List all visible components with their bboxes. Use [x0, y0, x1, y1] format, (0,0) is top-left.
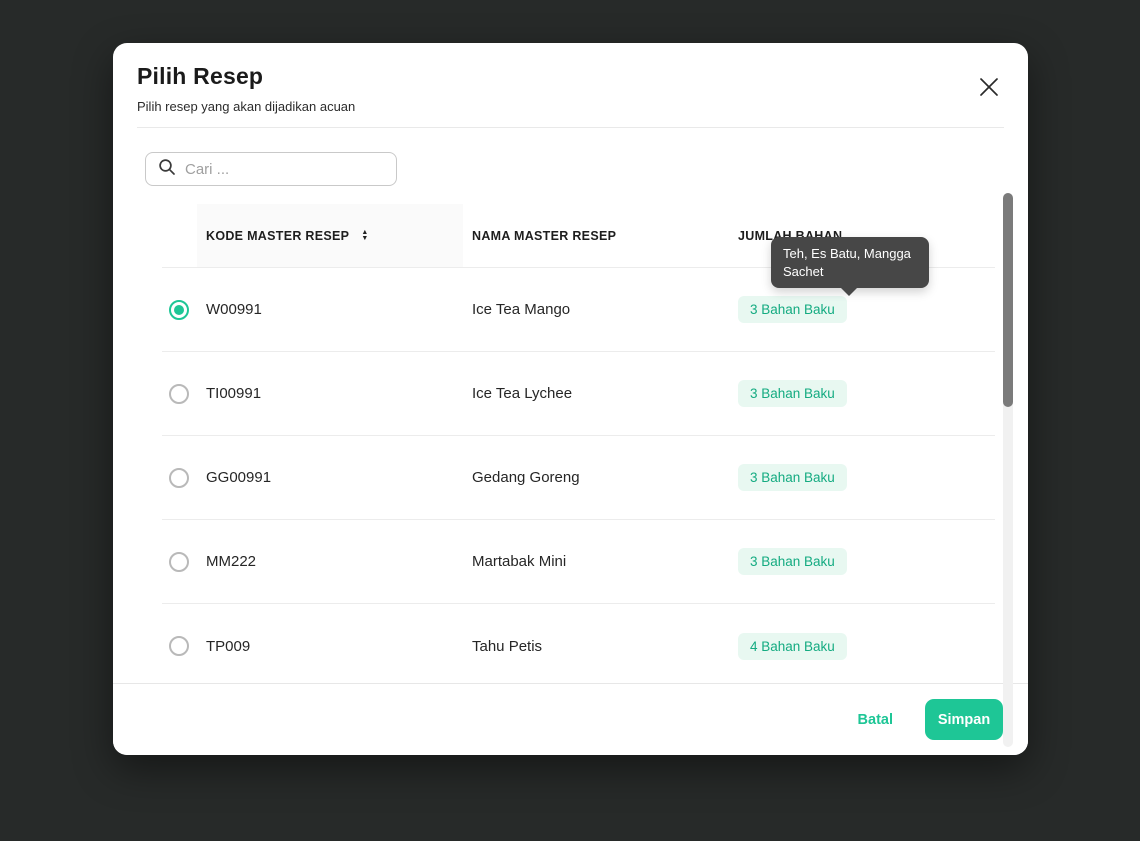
- ingredient-count-badge[interactable]: 3 Bahan Baku: [738, 380, 847, 407]
- ingredients-tooltip: Teh, Es Batu, Mangga Sachet: [771, 237, 929, 296]
- close-button[interactable]: [976, 75, 1002, 101]
- header-divider: [137, 127, 1004, 128]
- column-header-nama: NAMA MASTER RESEP: [472, 228, 617, 243]
- search-input[interactable]: [185, 160, 384, 178]
- cancel-button[interactable]: Batal: [848, 704, 903, 736]
- radio-button[interactable]: [169, 299, 189, 320]
- close-icon: [978, 76, 1000, 101]
- table-row[interactable]: GG00991 Gedang Goreng 3 Bahan Baku: [162, 436, 995, 520]
- modal-subtitle: Pilih resep yang akan dijadikan acuan: [137, 99, 356, 114]
- recipe-code: TP009: [206, 637, 251, 655]
- search-box: [145, 152, 397, 186]
- radio-dot: [174, 389, 184, 399]
- badge-cell: 3 Bahan Baku: [738, 464, 995, 491]
- radio-button[interactable]: [169, 383, 189, 404]
- ingredient-count-badge[interactable]: 3 Bahan Baku: [738, 464, 847, 491]
- page-title: Pilih Resep: [137, 63, 264, 89]
- radio-cell: [162, 636, 206, 656]
- scrollbar-thumb[interactable]: [1003, 193, 1013, 407]
- table-row[interactable]: TI00991 Ice Tea Lychee 3 Bahan Baku: [162, 352, 995, 436]
- radio-button[interactable]: [169, 636, 189, 656]
- table-row[interactable]: TP009 Tahu Petis 4 Bahan Baku: [162, 604, 995, 688]
- badge-cell: 3 Bahan Baku: [738, 296, 995, 323]
- radio-cell: [162, 467, 206, 488]
- recipe-name: Ice Tea Mango: [472, 301, 571, 318]
- tooltip-arrow: [841, 288, 857, 296]
- recipe-code: W00991: [206, 301, 262, 318]
- scrollbar-track[interactable]: [1003, 193, 1013, 747]
- tooltip-text: Teh, Es Batu, Mangga Sachet: [783, 246, 911, 279]
- radio-button[interactable]: [169, 467, 189, 488]
- save-button[interactable]: Simpan: [925, 699, 1003, 740]
- radio-dot: [174, 473, 184, 483]
- sort-icon[interactable]: ▲ ▼: [361, 229, 369, 242]
- sort-down-arrow: ▼: [361, 235, 369, 242]
- recipe-name: Tahu Petis: [472, 637, 543, 655]
- column-header-kode-label: KODE MASTER RESEP: [206, 228, 350, 243]
- recipe-name: Martabak Mini: [472, 553, 567, 570]
- recipe-name: Gedang Goreng: [472, 469, 580, 486]
- pilih-resep-modal: Pilih Resep Pilih resep yang akan dijadi…: [113, 43, 1028, 755]
- radio-dot: [174, 557, 184, 567]
- search-icon: [158, 158, 176, 181]
- badge-cell: 3 Bahan Baku: [738, 548, 995, 575]
- recipe-code: TI00991: [206, 385, 262, 402]
- modal-footer: Batal Simpan: [113, 683, 1028, 755]
- badge-cell: 4 Bahan Baku: [738, 632, 995, 660]
- table-body: W00991 Ice Tea Mango 3 Bahan Baku TI0099…: [162, 268, 995, 688]
- column-header-kode[interactable]: KODE MASTER RESEP ▲ ▼: [197, 204, 463, 267]
- radio-cell: [162, 551, 206, 572]
- radio-cell: [162, 299, 206, 320]
- recipe-name: Ice Tea Lychee: [472, 385, 573, 402]
- radio-button[interactable]: [169, 551, 189, 572]
- ingredient-count-badge[interactable]: 4 Bahan Baku: [738, 632, 847, 660]
- badge-cell: 3 Bahan Baku: [738, 380, 995, 407]
- ingredient-count-badge[interactable]: 3 Bahan Baku: [738, 548, 847, 575]
- radio-dot: [174, 641, 184, 651]
- recipe-code: GG00991: [206, 469, 272, 486]
- recipe-code: MM222: [206, 553, 257, 570]
- radio-cell: [162, 383, 206, 404]
- ingredient-count-badge[interactable]: 3 Bahan Baku: [738, 296, 847, 323]
- table-row[interactable]: MM222 Martabak Mini 3 Bahan Baku: [162, 520, 995, 604]
- radio-dot: [174, 304, 184, 315]
